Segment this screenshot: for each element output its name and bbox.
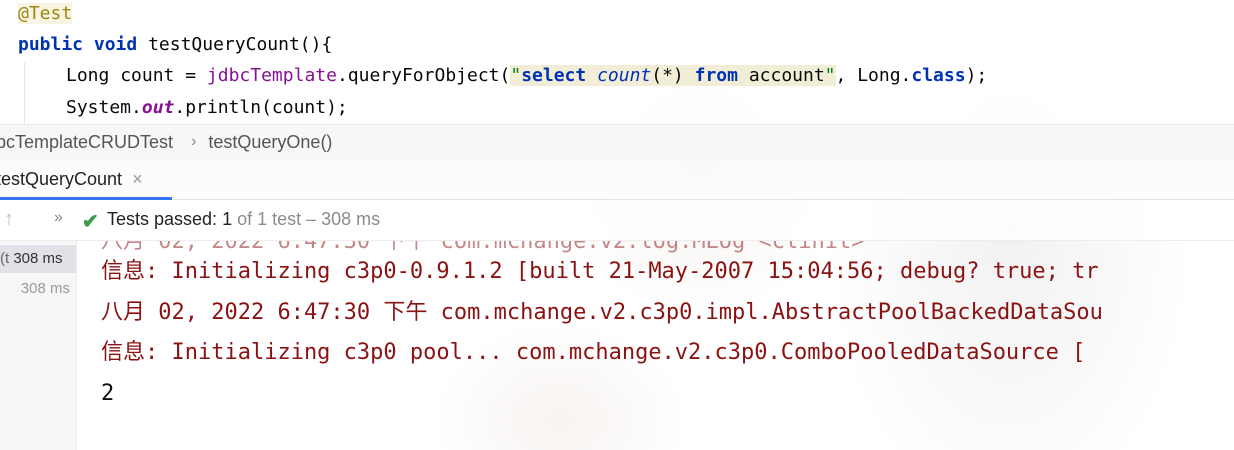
code-line-query[interactable]: Long count = jdbcTemplate.queryForObject… [66,62,987,90]
console-line: 八月 02, 2022 6:47:30 下午 com.mchange.v2.c3… [101,300,1103,325]
status-summary: of 1 test – 308 ms [232,209,381,229]
console-line: 八月 02, 2022 6:47:30 下午 com.mchange.v2.lo… [101,241,865,254]
test-toolbar: ↑ » ✔ Tests passed: 1 of 1 test – 308 ms [0,200,1234,241]
tree-row-time: 308 ms [20,280,70,297]
arrow-up-icon[interactable]: ↑ [4,208,14,231]
breadcrumb: bcTemplateCRUDTest › testQueryOne() [0,124,1234,160]
tree-row-time: 308 ms [9,250,63,267]
console-line: 信息: Initializing c3p0 pool... com.mchang… [101,340,1086,365]
keyword-public: public [18,34,84,55]
more-actions-icon[interactable]: » [54,209,63,227]
tab-label: testQueryCount [0,168,123,189]
breadcrumb-class[interactable]: bcTemplateCRUDTest [0,132,173,153]
keyword-class: class [911,65,966,86]
quote-close: " [824,65,836,86]
console-result: 2 [101,381,115,406]
sql-string: "select count(*) from account" [510,65,836,86]
status-passed-label: Tests passed: [107,209,223,229]
code-line-method-declaration[interactable]: public void testQueryCount(){ [18,31,332,59]
close-icon[interactable]: × [132,169,143,190]
test-tree: (t 308 ms 308 ms [0,241,77,450]
code-editor[interactable]: @Test public void testQueryCount(){ Long… [0,0,1234,124]
sql-table: account [748,65,825,86]
run-tab-bar: testQueryCount × [0,159,1234,200]
args-rest: , Long. [835,65,912,86]
check-icon: ✔ [82,211,99,233]
var-assign: count = [109,65,207,86]
tab-test-query-count[interactable]: testQueryCount × [0,159,172,200]
tree-row-name: (t [0,250,10,267]
status-passed-count: 1 [222,209,233,229]
keyword-void: void [93,34,138,55]
method-signature: testQueryCount(){ [137,34,333,55]
breadcrumb-method[interactable]: testQueryOne() [208,132,332,153]
test-status: Tests passed: 1 of 1 test – 308 ms [107,209,380,230]
system-ref: System. [66,97,142,118]
indent-guide [24,62,25,124]
chevron-right-icon: › [191,133,197,150]
console-output[interactable]: 八月 02, 2022 6:47:30 下午 com.mchange.v2.lo… [77,241,1234,450]
console-line: 信息: Initializing c3p0-0.9.1.2 [built 21-… [101,259,1099,284]
sql-select: select [521,65,587,86]
annotation-test: @Test [18,3,73,24]
statement-end: ); [965,65,988,86]
field-jdbc-template: jdbcTemplate [206,65,337,86]
sql-count: count [597,65,652,86]
sql-args: (*) [651,65,684,86]
method-call: .queryForObject( [336,65,511,86]
type-long: Long [66,65,110,86]
field-out: out [141,97,175,118]
code-line-annotation[interactable]: @Test [18,0,73,28]
tree-row-test-class[interactable]: (t 308 ms [0,245,76,273]
println-call: .println(count); [174,97,348,118]
sql-from: from [694,65,738,86]
code-line-println[interactable]: System.out.println(count); [66,94,348,122]
quote-open: " [510,65,522,86]
tree-row-test-method[interactable]: 308 ms [0,275,76,303]
